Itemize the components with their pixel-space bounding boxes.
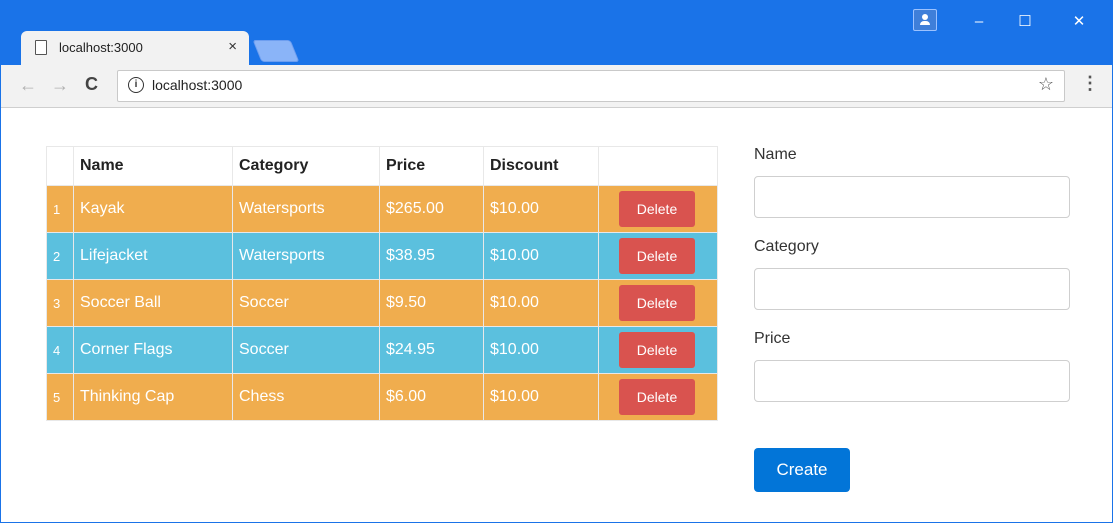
row-index: 1	[46, 185, 74, 233]
category-input[interactable]	[754, 268, 1070, 310]
delete-button[interactable]: Delete	[619, 379, 695, 415]
row-category: Watersports	[232, 232, 380, 280]
table-row: 1 Kayak Watersports $265.00 $10.00 Delet…	[46, 185, 718, 233]
reload-icon[interactable]: C	[85, 74, 98, 95]
browser-window: localhost:3000 × – ☐ ✕ ← → C i localhost…	[0, 0, 1113, 523]
row-index: 4	[46, 326, 74, 374]
browser-tab[interactable]: localhost:3000 ×	[21, 31, 249, 65]
tab-close-icon[interactable]: ×	[228, 38, 237, 55]
create-button[interactable]: Create	[754, 448, 850, 492]
row-index: 3	[46, 279, 74, 327]
row-name: Lifejacket	[73, 232, 233, 280]
column-header-actions	[598, 146, 718, 186]
info-icon[interactable]: i	[128, 77, 144, 93]
row-price: $24.95	[379, 326, 484, 374]
row-name: Kayak	[73, 185, 233, 233]
table-row: 3 Soccer Ball Soccer $9.50 $10.00 Delete	[46, 279, 718, 327]
row-actions: Delete	[598, 185, 718, 233]
row-discount: $10.00	[483, 326, 599, 374]
row-category: Soccer	[232, 326, 380, 374]
row-discount: $10.00	[483, 185, 599, 233]
menu-kebab-icon[interactable]: ⋮	[1081, 73, 1099, 94]
row-index: 2	[46, 232, 74, 280]
profile-icon[interactable]	[913, 9, 937, 31]
row-category: Watersports	[232, 185, 380, 233]
row-discount: $10.00	[483, 279, 599, 327]
row-price: $6.00	[379, 373, 484, 421]
column-header-category: Category	[232, 146, 380, 186]
bookmark-star-icon[interactable]: ☆	[1038, 74, 1054, 95]
category-label: Category	[754, 238, 819, 255]
maximize-icon[interactable]: ☐	[1002, 1, 1048, 43]
delete-button[interactable]: Delete	[619, 238, 695, 274]
table-row: 2 Lifejacket Watersports $38.95 $10.00 D…	[46, 232, 718, 280]
row-name: Soccer Ball	[73, 279, 233, 327]
address-bar[interactable]: i localhost:3000 ☆	[117, 70, 1065, 102]
minimize-icon[interactable]: –	[956, 1, 1002, 43]
close-window-icon[interactable]: ✕	[1056, 1, 1102, 43]
products-table: Name Category Price Discount 1 Kayak Wat…	[46, 146, 718, 421]
delete-button[interactable]: Delete	[619, 191, 695, 227]
delete-button[interactable]: Delete	[619, 285, 695, 321]
row-name: Corner Flags	[73, 326, 233, 374]
row-index: 5	[46, 373, 74, 421]
row-actions: Delete	[598, 279, 718, 327]
row-discount: $10.00	[483, 373, 599, 421]
price-label: Price	[754, 330, 791, 347]
back-arrow-icon[interactable]: ←	[19, 75, 37, 96]
row-price: $9.50	[379, 279, 484, 327]
row-actions: Delete	[598, 373, 718, 421]
page-icon	[35, 40, 47, 55]
row-actions: Delete	[598, 326, 718, 374]
row-category: Chess	[232, 373, 380, 421]
price-input[interactable]	[754, 360, 1070, 402]
delete-button[interactable]: Delete	[619, 332, 695, 368]
row-price: $265.00	[379, 185, 484, 233]
new-tab-button[interactable]	[252, 40, 300, 62]
product-form: Name Category Price	[754, 146, 1072, 422]
forward-arrow-icon[interactable]: →	[51, 75, 69, 96]
name-input[interactable]	[754, 176, 1070, 218]
column-header-discount: Discount	[483, 146, 599, 186]
table-row: 4 Corner Flags Soccer $24.95 $10.00 Dele…	[46, 326, 718, 374]
row-name: Thinking Cap	[73, 373, 233, 421]
name-label: Name	[754, 146, 797, 163]
table-header-row: Name Category Price Discount	[46, 146, 718, 186]
tab-title: localhost:3000	[59, 40, 143, 55]
browser-toolbar: ← → C i localhost:3000 ☆ ⋮	[1, 65, 1112, 108]
column-header-index	[46, 146, 74, 186]
column-header-name: Name	[73, 146, 233, 186]
row-actions: Delete	[598, 232, 718, 280]
title-bar: localhost:3000 × – ☐ ✕	[1, 1, 1112, 65]
address-url: localhost:3000	[152, 77, 243, 93]
column-header-price: Price	[379, 146, 484, 186]
row-price: $38.95	[379, 232, 484, 280]
row-discount: $10.00	[483, 232, 599, 280]
table-row: 5 Thinking Cap Chess $6.00 $10.00 Delete	[46, 373, 718, 421]
row-category: Soccer	[232, 279, 380, 327]
